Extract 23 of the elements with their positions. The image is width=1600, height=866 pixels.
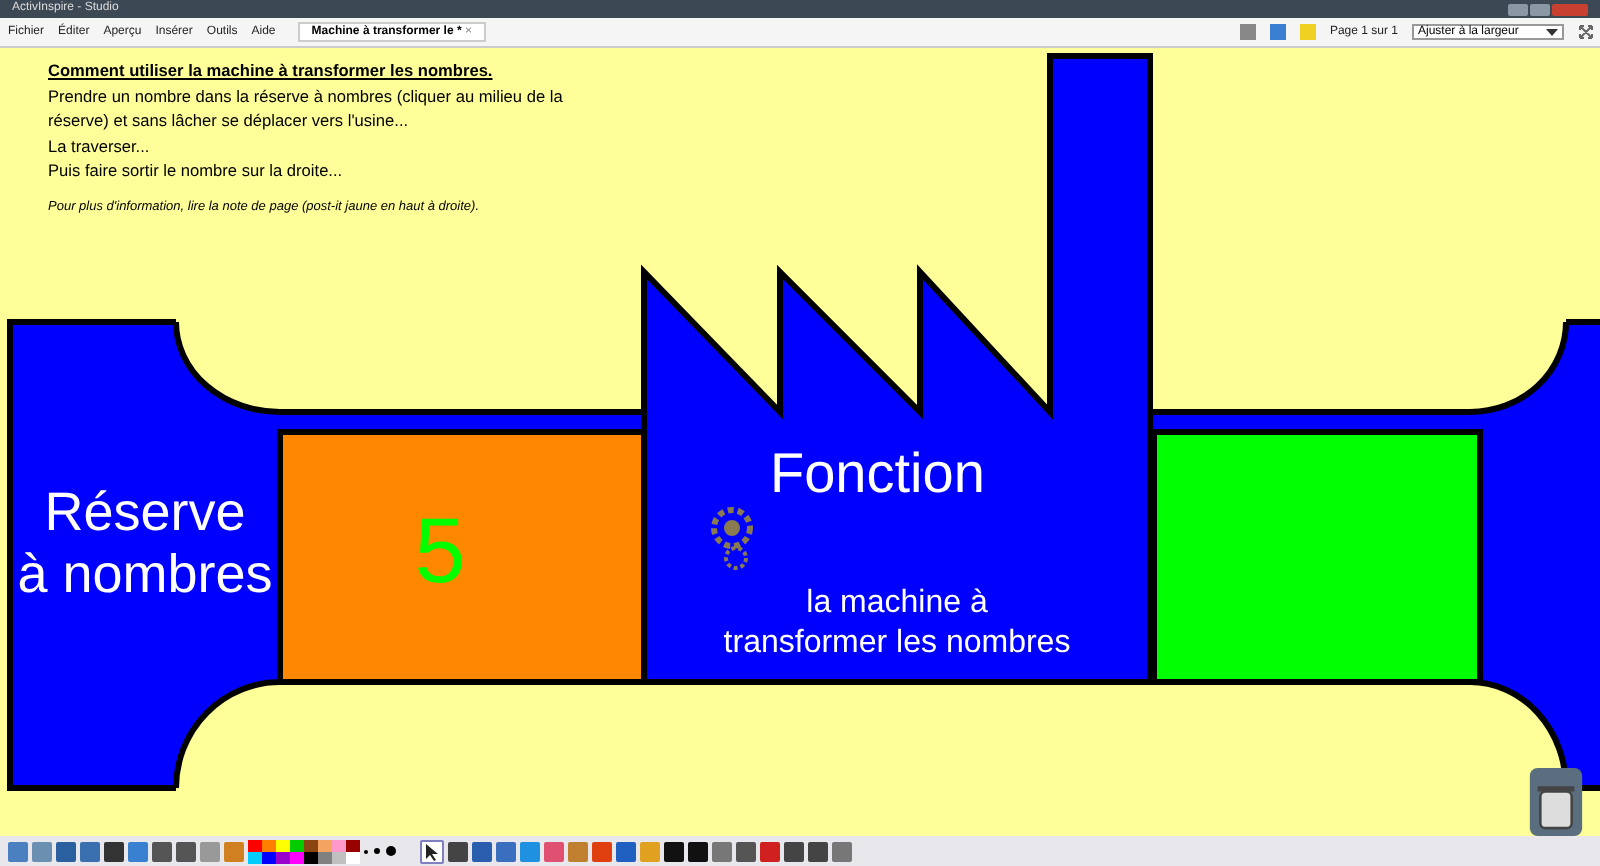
instructions-heading: Comment utiliser la machine à transformer les nombres. bbox=[48, 58, 495, 83]
instruction-line: La traverser... bbox=[48, 133, 152, 158]
color-swatch[interactable] bbox=[318, 839, 332, 851]
maximize-button[interactable] bbox=[1530, 3, 1550, 15]
color-swatch[interactable] bbox=[346, 839, 360, 851]
factory-title: Fonction bbox=[770, 442, 985, 506]
gear-icon bbox=[708, 504, 756, 572]
fullscreen-icon[interactable] bbox=[1578, 24, 1594, 40]
reserve-label: Réserve à nombres bbox=[15, 482, 275, 606]
color-swatch[interactable] bbox=[276, 839, 290, 851]
cursor-icon[interactable] bbox=[420, 839, 444, 863]
color-swatch[interactable] bbox=[290, 839, 304, 851]
instruction-line: Puis faire sortir le nombre sur la droite... bbox=[48, 158, 345, 183]
color-swatch[interactable] bbox=[248, 839, 262, 851]
close-button[interactable] bbox=[1552, 3, 1588, 15]
color-swatch[interactable] bbox=[262, 839, 276, 851]
minimize-button[interactable] bbox=[1508, 3, 1528, 15]
color-swatch[interactable] bbox=[304, 839, 318, 851]
caret-icon bbox=[1546, 26, 1558, 38]
trash-icon[interactable] bbox=[1528, 768, 1584, 836]
instruction-line: Prendre un nombre dans la réserve à nombres (cliquer au milieu de la réserve) et sans lâcher se déplacer vers l'usine... bbox=[48, 83, 565, 133]
color-swatch[interactable] bbox=[332, 839, 346, 851]
factory-subtitle: la machine à transformer les nombres bbox=[721, 584, 1073, 664]
